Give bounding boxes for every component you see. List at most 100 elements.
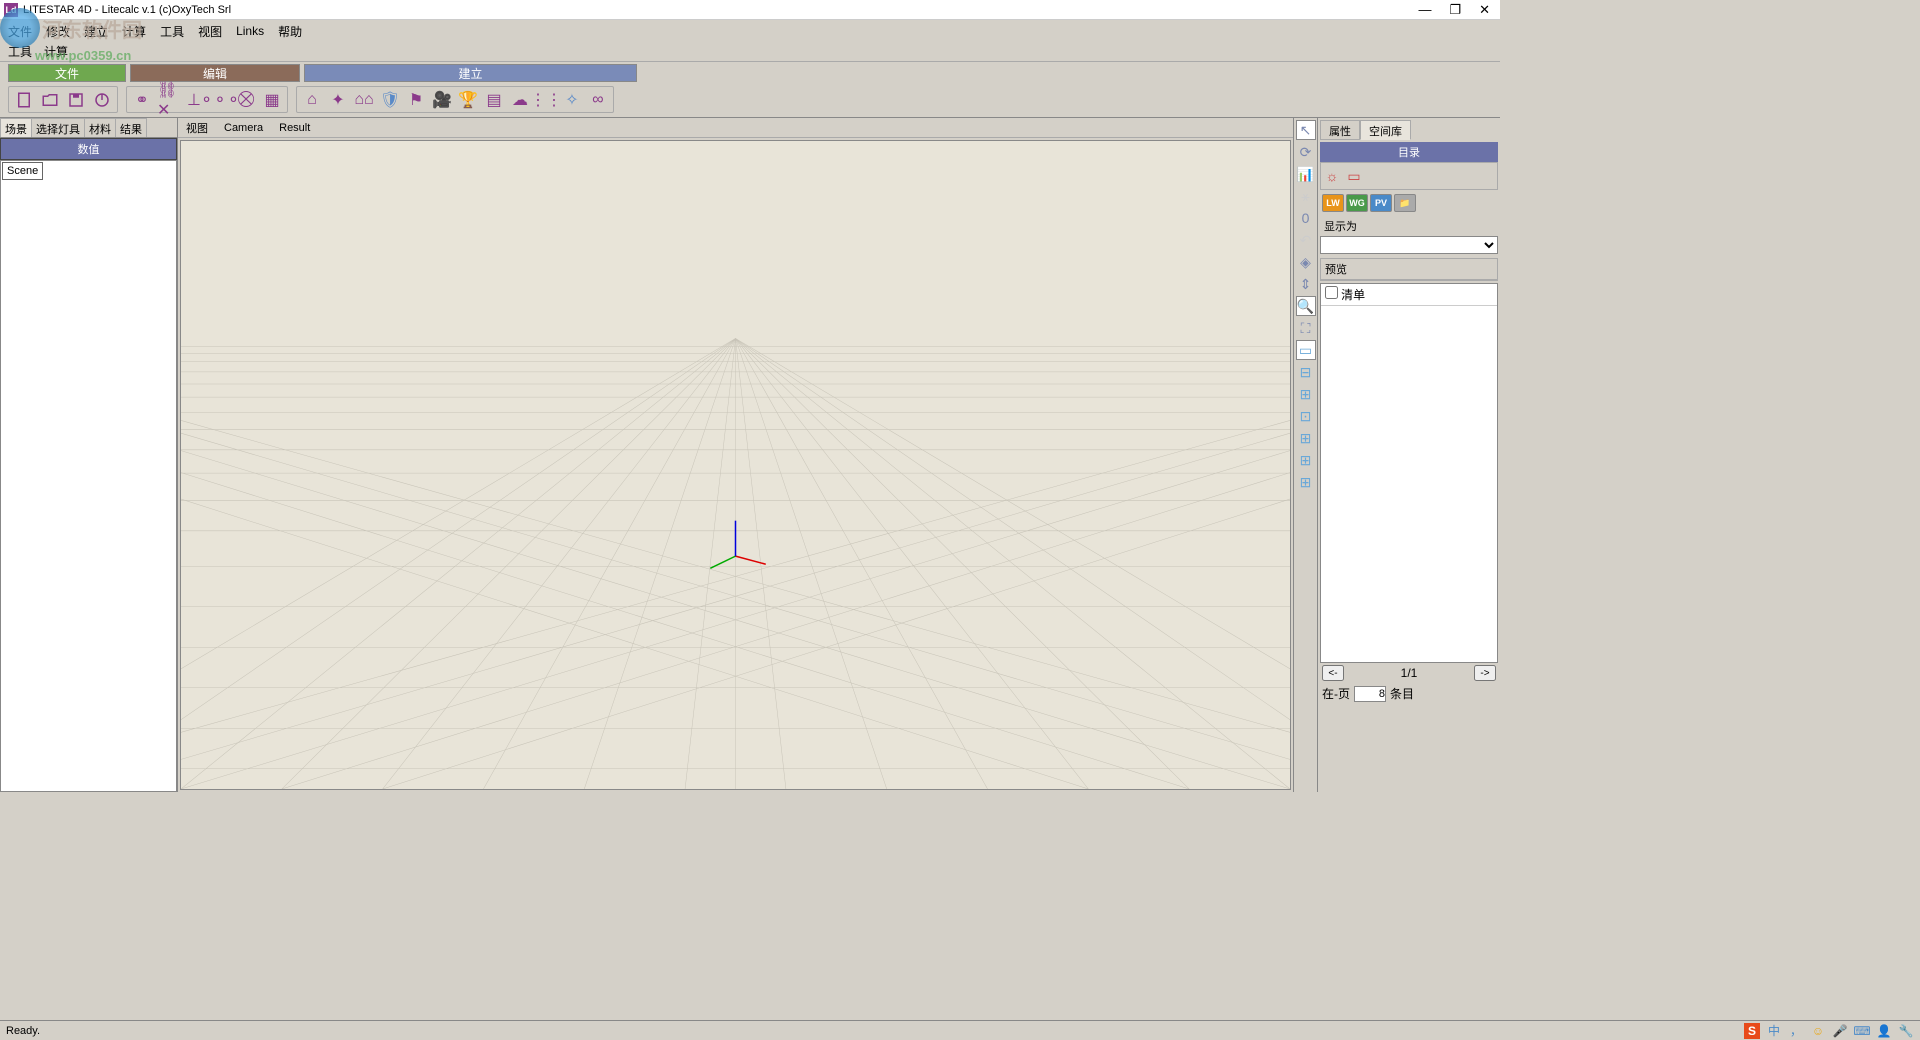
submenu-calc[interactable]: 计算 (44, 43, 68, 60)
nodes-icon[interactable]: ⚬⚬⚬ (209, 89, 231, 111)
layout3-icon[interactable]: ⊡ (1296, 406, 1316, 426)
menu-help[interactable]: 帮助 (278, 23, 302, 40)
flag-icon[interactable]: ⚑ (405, 89, 427, 111)
main-area: 场景 选择灯具 材料 结果 数值 Scene 视图 Camera Result (0, 118, 1500, 792)
chart-icon[interactable]: 📊 (1296, 164, 1316, 184)
badge-wg[interactable]: WG (1346, 194, 1368, 212)
menu-tools[interactable]: 工具 (160, 23, 184, 40)
tab-create[interactable]: 建立 (304, 64, 637, 82)
maximize-button[interactable]: ❐ (1449, 2, 1461, 18)
checklist-label: 清单 (1341, 288, 1365, 302)
tray-sogou-icon[interactable]: S (1744, 1023, 1760, 1039)
layout1-icon[interactable]: ⊟ (1296, 362, 1316, 382)
open-icon[interactable] (39, 89, 61, 111)
cloud-icon[interactable]: ☁ (509, 89, 531, 111)
submenu-tools[interactable]: 工具 (8, 43, 32, 60)
viewport-tab-camera[interactable]: Camera (224, 122, 263, 134)
power-icon[interactable] (91, 89, 113, 111)
pager-page: 1/1 (1401, 666, 1418, 680)
badge-lw[interactable]: LW (1322, 194, 1344, 212)
table-icon[interactable]: ▤ (483, 89, 505, 111)
pager-next-button[interactable]: -> (1474, 665, 1496, 681)
tab-properties[interactable]: 属性 (1320, 120, 1360, 140)
monitor-icon[interactable]: ▭ (1345, 167, 1363, 185)
tray-emoji-icon[interactable]: ☺ (1810, 1023, 1826, 1039)
footer-input[interactable] (1354, 686, 1386, 702)
houses-icon[interactable]: ⌂⌂ (353, 89, 375, 111)
scene-item[interactable]: Scene (2, 162, 43, 180)
menu-links[interactable]: Links (236, 24, 264, 38)
layout2-icon[interactable]: ⊞ (1296, 384, 1316, 404)
menu-edit[interactable]: 修改 (46, 23, 70, 40)
tray-keyboard-icon[interactable]: ⌨ (1854, 1023, 1870, 1039)
catalog-icons: ☼ ▭ (1320, 162, 1498, 190)
checklist-checkbox[interactable] (1325, 286, 1338, 299)
tab-file[interactable]: 文件 (8, 64, 126, 82)
shield-icon[interactable]: 🛡 (379, 89, 401, 111)
tab-material[interactable]: 材料 (84, 118, 116, 137)
refresh-icon[interactable]: ⟳ (1296, 142, 1316, 162)
badge-pv[interactable]: PV (1370, 194, 1392, 212)
pager-prev-button[interactable]: <- (1322, 665, 1344, 681)
tab-edit[interactable]: 编辑 (130, 64, 300, 82)
tab-scene[interactable]: 场景 (0, 118, 32, 137)
sparkle2-icon[interactable]: ✧ (561, 89, 583, 111)
tray-punct-icon[interactable]: ， (1788, 1023, 1804, 1039)
tab-library[interactable]: 空间库 (1360, 120, 1411, 140)
menu-file[interactable]: 文件 (8, 23, 32, 40)
viewport-tab-result[interactable]: Result (279, 122, 310, 134)
layout5-icon[interactable]: ⊞ (1296, 450, 1316, 470)
checklist-row[interactable]: 清单 (1321, 284, 1497, 306)
zoom-icon[interactable]: 🔍 (1296, 296, 1316, 316)
list-pager: <- 1/1 -> (1320, 663, 1498, 683)
undo-icon[interactable]: ↶ (1296, 230, 1316, 250)
unlink-icon[interactable]: ⛓✕ (157, 89, 179, 111)
left-panel-body[interactable]: Scene (0, 160, 177, 792)
camera-icon[interactable]: 🎥 (431, 89, 453, 111)
move-vert-icon[interactable]: ⇕ (1296, 274, 1316, 294)
sparkle-icon[interactable]: ✦ (327, 89, 349, 111)
tray-wrench-icon[interactable]: 🔧 (1898, 1023, 1914, 1039)
tray-ime-icon[interactable]: 中 (1766, 1023, 1782, 1039)
display-as-select[interactable] (1320, 236, 1498, 254)
zero-icon[interactable]: 0 (1296, 208, 1316, 228)
cursor-icon[interactable]: ↖ (1296, 120, 1316, 140)
menu-calc[interactable]: 计算 (122, 23, 146, 40)
catalog-header: 目录 (1320, 142, 1498, 162)
layout6-icon[interactable]: ⊞ (1296, 472, 1316, 492)
layout4-icon[interactable]: ⊞ (1296, 428, 1316, 448)
viewport-tab-view[interactable]: 视图 (186, 120, 208, 136)
close-button[interactable]: ✕ (1479, 2, 1490, 18)
save-icon[interactable] (65, 89, 87, 111)
tab-select-light[interactable]: 选择灯具 (31, 118, 85, 137)
badge-folder-icon[interactable]: 📁 (1394, 194, 1416, 212)
perspective-grid (181, 141, 1290, 789)
tray-mic-icon[interactable]: 🎤 (1832, 1023, 1848, 1039)
status-bar: Ready. S 中 ， ☺ 🎤 ⌨ 👤 🔧 (0, 1020, 1920, 1040)
item-list[interactable]: 清单 (1320, 283, 1498, 663)
menu-create[interactable]: 建立 (84, 23, 108, 40)
house-icon[interactable]: ⌂ (301, 89, 323, 111)
tab-result[interactable]: 结果 (115, 118, 147, 137)
infinity-icon[interactable]: ∞ (587, 89, 609, 111)
viewport-canvas[interactable] (180, 140, 1291, 790)
trophy-icon[interactable]: 🏆 (457, 89, 479, 111)
tray-person-icon[interactable]: 👤 (1876, 1023, 1892, 1039)
dots-icon[interactable]: ⋮⋮ (535, 89, 557, 111)
footer-row: 在-页 条目 (1320, 683, 1498, 704)
light-source-icon[interactable]: ☼ (1323, 167, 1341, 185)
left-panel-header: 数值 (0, 138, 177, 160)
menu-view[interactable]: 视图 (198, 23, 222, 40)
cube-icon[interactable]: ◈ (1296, 252, 1316, 272)
tree-icon[interactable]: ⛒ (235, 89, 257, 111)
preview-section: 预览 (1320, 258, 1498, 281)
grid-nodes-icon[interactable]: ▦ (261, 89, 283, 111)
footer-label2: 条目 (1390, 685, 1414, 702)
expand-icon[interactable]: ⛶ (1296, 318, 1316, 338)
link-icon[interactable]: ⚭ (131, 89, 153, 111)
panel-icon[interactable]: ▭ (1296, 340, 1316, 360)
wand-icon[interactable]: ⚹ (1296, 186, 1316, 206)
toolbar-group-create: ⌂ ✦ ⌂⌂ 🛡 ⚑ 🎥 🏆 ▤ ☁ ⋮⋮ ✧ ∞ (296, 86, 614, 113)
new-icon[interactable] (13, 89, 35, 111)
minimize-button[interactable]: — (1418, 2, 1431, 18)
